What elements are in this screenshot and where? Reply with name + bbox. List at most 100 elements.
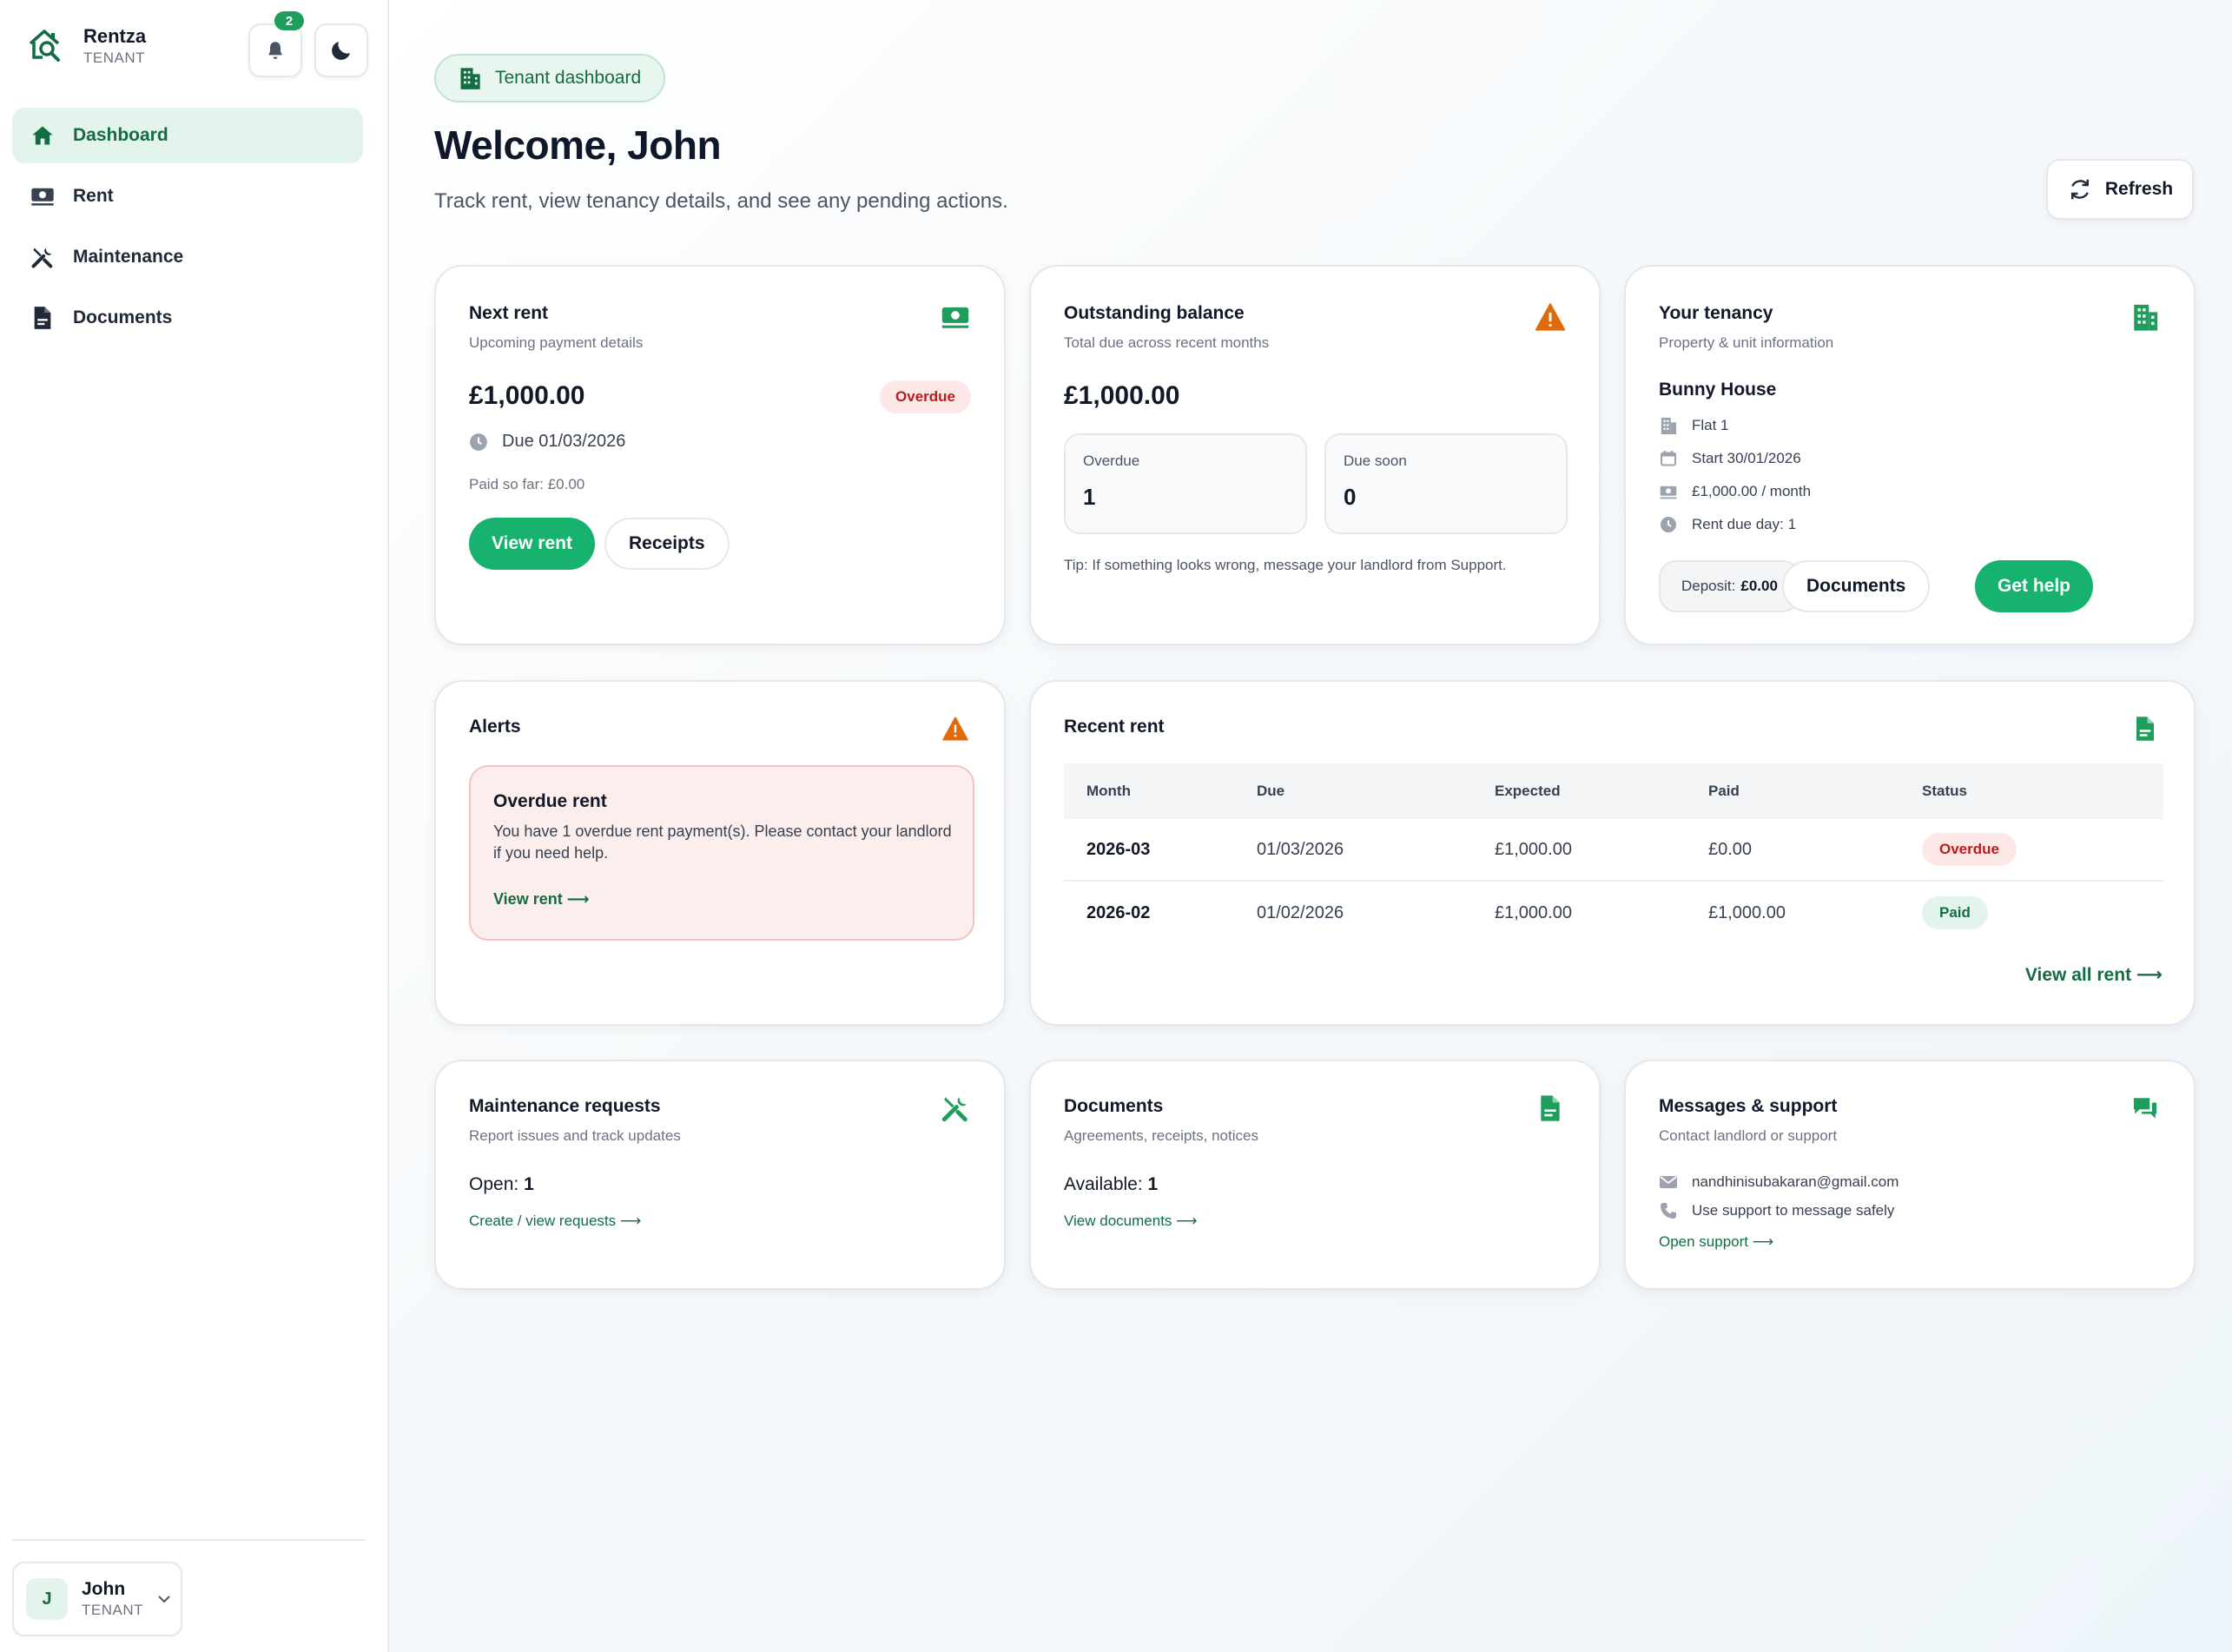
- card-subtitle: Upcoming payment details: [469, 334, 644, 351]
- start-row: Start 30/01/2026: [1659, 449, 1801, 468]
- card-subtitle: Report issues and track updates: [469, 1127, 681, 1144]
- create-requests-link[interactable]: Create / view requests ⟶: [469, 1213, 641, 1230]
- table-header: Month Due Expected Paid Status: [1064, 763, 2163, 819]
- cell-month: 2026-03: [1086, 839, 1151, 859]
- overdue-alert: Overdue rent You have 1 overdue rent pay…: [469, 765, 974, 941]
- sidebar-nav: Dashboard Rent Maintenance Documents: [12, 108, 363, 351]
- cell-paid: £0.00: [1708, 839, 1753, 859]
- card-title: Alerts: [469, 717, 521, 737]
- house-search-logo-icon: [24, 25, 66, 67]
- warning-icon: [1535, 301, 1566, 333]
- property-name: Bunny House: [1659, 380, 1777, 400]
- brand-name: Rentza: [83, 25, 147, 47]
- refresh-button[interactable]: Refresh: [2046, 159, 2194, 220]
- status-badge: Overdue: [880, 380, 971, 413]
- outstanding-balance-card: Outstanding balance Total due across rec…: [1029, 265, 1601, 645]
- sidebar-item-documents[interactable]: Documents: [12, 290, 363, 346]
- moon-icon: [332, 42, 350, 60]
- tools-icon: [940, 1093, 971, 1124]
- mail-icon: [1659, 1173, 1678, 1192]
- receipts-button[interactable]: Receipts: [604, 518, 730, 570]
- count-label: Open:: [469, 1174, 519, 1194]
- due-day-text: Rent due day: 1: [1692, 516, 1797, 532]
- clock-icon: [1659, 515, 1678, 534]
- next-rent-amount: £1,000.00: [469, 381, 585, 410]
- cell-due: 01/03/2026: [1257, 839, 1344, 859]
- phone-icon: [1659, 1201, 1678, 1220]
- card-subtitle: Contact landlord or support: [1659, 1127, 1838, 1144]
- page-tag-label: Tenant dashboard: [495, 68, 642, 88]
- rent-row: £1,000.00 / month: [1659, 482, 1811, 501]
- unit-text: Flat 1: [1692, 417, 1729, 433]
- sidebar-item-dashboard[interactable]: Dashboard: [12, 108, 363, 163]
- deposit-badge: Deposit: £0.00: [1659, 560, 1800, 612]
- paid-so-far: Paid so far: £0.00: [469, 476, 585, 492]
- documents-button[interactable]: Documents: [1782, 560, 1931, 612]
- stat-value: 0: [1344, 484, 1357, 510]
- chevron-down-icon: [155, 1589, 175, 1609]
- sidebar-item-rent[interactable]: Rent: [12, 169, 363, 224]
- building-icon: [1659, 416, 1678, 435]
- card-title: Documents: [1064, 1096, 1164, 1116]
- status-badge: Paid: [1922, 896, 1988, 929]
- table-row[interactable]: 2026-03 01/03/2026 £1,000.00 £0.00 Overd…: [1064, 819, 2163, 882]
- open-support-link[interactable]: Open support ⟶: [1659, 1233, 1773, 1251]
- support-email[interactable]: nandhinisubakaran@gmail.com: [1692, 1173, 1899, 1191]
- sidebar-item-label: Rent: [73, 186, 114, 206]
- alerts-card: Alerts Overdue rent You have 1 overdue r…: [434, 680, 1006, 1026]
- home-icon: [30, 122, 56, 149]
- due-date-text: Due 01/03/2026: [502, 432, 626, 451]
- deposit-label: Deposit:: [1681, 578, 1736, 594]
- page-tag: Tenant dashboard: [434, 54, 666, 102]
- building-icon: [2130, 301, 2161, 333]
- card-title: Your tenancy: [1659, 303, 1773, 323]
- notification-count-badge: 2: [274, 11, 304, 30]
- document-icon: [30, 305, 56, 331]
- calendar-icon: [1659, 449, 1678, 468]
- available-count: Available: 1: [1064, 1174, 1158, 1195]
- open-count: Open: 1: [469, 1174, 534, 1195]
- notifications-button[interactable]: 2: [248, 11, 304, 77]
- due-soon-stat: Due soon 0: [1324, 433, 1568, 534]
- column-header: Month: [1086, 783, 1131, 799]
- card-subtitle: Agreements, receipts, notices: [1064, 1127, 1258, 1144]
- cell-month: 2026-02: [1086, 902, 1151, 922]
- sidebar-item-label: Dashboard: [73, 125, 168, 145]
- cell-paid: £1,000.00: [1708, 902, 1786, 922]
- alert-body: You have 1 overdue rent payment(s). Plea…: [493, 823, 952, 862]
- document-icon: [2130, 713, 2161, 744]
- deposit-value: £0.00: [1740, 578, 1778, 594]
- brand[interactable]: Rentza TENANT: [24, 24, 146, 68]
- money-icon: [30, 183, 56, 209]
- stat-label: Due soon: [1344, 453, 1407, 469]
- view-documents-link[interactable]: View documents ⟶: [1064, 1213, 1198, 1230]
- card-subtitle: Total due across recent months: [1064, 334, 1270, 351]
- get-help-button[interactable]: Get help: [1975, 560, 2094, 612]
- theme-toggle-button[interactable]: [314, 23, 368, 77]
- user-menu[interactable]: J John TENANT: [12, 1562, 182, 1636]
- phone-row: Use support to message safely: [1659, 1201, 1894, 1220]
- alert-view-rent-link[interactable]: View rent ⟶: [493, 890, 590, 909]
- page-title: Welcome, John: [434, 122, 722, 168]
- table-row[interactable]: 2026-02 01/02/2026 £1,000.00 £1,000.00 P…: [1064, 882, 2163, 944]
- next-rent-card: Next rent Upcoming payment details £1,00…: [434, 265, 1006, 645]
- cell-expected: £1,000.00: [1495, 902, 1572, 922]
- view-rent-button[interactable]: View rent: [469, 518, 595, 570]
- money-icon: [1659, 482, 1678, 501]
- recent-rent-table: Month Due Expected Paid Status 2026-03 0…: [1064, 763, 2163, 944]
- user-role: TENANT: [82, 1602, 143, 1618]
- count-label: Available:: [1064, 1174, 1143, 1194]
- main-content: Tenant dashboard Welcome, John Track ren…: [389, 0, 2232, 1652]
- email-row: nandhinisubakaran@gmail.com: [1659, 1173, 1899, 1192]
- brand-role: TENANT: [83, 50, 145, 66]
- tenancy-card: Your tenancy Property & unit information…: [1624, 265, 2196, 645]
- sidebar-item-maintenance[interactable]: Maintenance: [12, 229, 363, 285]
- count-value: 1: [1147, 1174, 1159, 1194]
- card-title: Outstanding balance: [1064, 303, 1245, 323]
- view-all-rent-link[interactable]: View all rent ⟶: [2025, 964, 2163, 986]
- column-header: Due: [1257, 783, 1285, 799]
- cell-status: Overdue: [1922, 833, 2163, 866]
- column-header: Paid: [1708, 783, 1740, 799]
- card-title: Recent rent: [1064, 717, 1165, 737]
- count-value: 1: [524, 1174, 534, 1194]
